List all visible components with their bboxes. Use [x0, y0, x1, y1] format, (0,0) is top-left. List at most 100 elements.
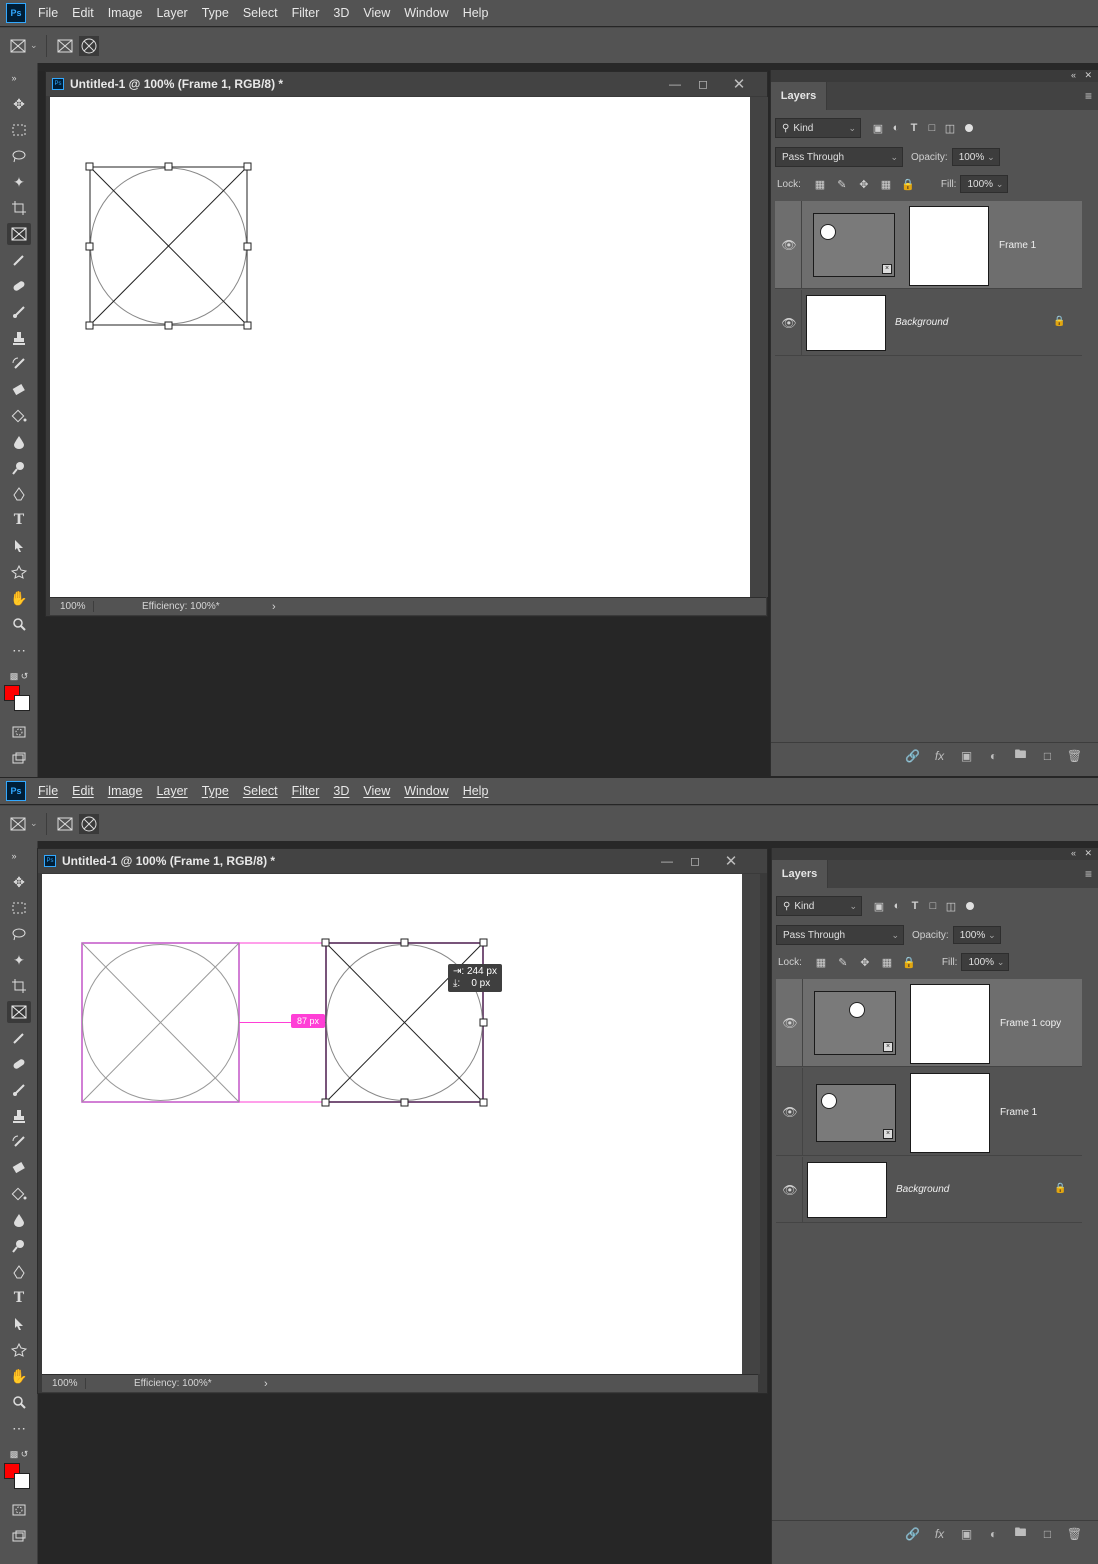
- layer-row[interactable]: 👁 Background 🔒: [776, 1157, 1082, 1223]
- new-layer-icon[interactable]: □: [1034, 749, 1061, 763]
- link-layers-icon[interactable]: 🔗: [899, 1527, 926, 1541]
- blur-tool-icon[interactable]: [7, 1209, 31, 1231]
- minimize-icon[interactable]: —: [659, 853, 675, 869]
- visibility-eye-icon[interactable]: 👁: [782, 1016, 798, 1030]
- fx-icon[interactable]: fx: [926, 749, 953, 763]
- layer-row[interactable]: 👁 × Frame 1 copy: [776, 979, 1082, 1067]
- lock-all-icon[interactable]: 🔒: [897, 175, 919, 193]
- fx-icon[interactable]: fx: [926, 1527, 953, 1541]
- path-selection-icon[interactable]: [7, 1313, 31, 1335]
- menu-select[interactable]: Select: [243, 784, 278, 798]
- layer-row[interactable]: 👁 × Frame 1: [776, 1068, 1082, 1156]
- maximize-icon[interactable]: ◻: [687, 853, 703, 869]
- frame-tool-preset-icon[interactable]: [8, 36, 28, 56]
- filter-toggle-icon[interactable]: [966, 902, 974, 910]
- background-color-swatch[interactable]: [14, 1473, 30, 1489]
- default-colors-icon[interactable]: ▩ ↺: [7, 665, 31, 687]
- adjustment-layer-icon[interactable]: ◐: [980, 1527, 1007, 1541]
- zoom-level[interactable]: 100%: [42, 1378, 86, 1389]
- tab-layers[interactable]: Layers: [771, 82, 827, 110]
- blend-mode-dropdown[interactable]: Pass Through ⌄: [776, 925, 904, 945]
- menu-view[interactable]: View: [363, 6, 390, 20]
- lock-all-icon[interactable]: 🔒: [898, 953, 920, 971]
- menu-window[interactable]: Window: [404, 6, 448, 20]
- panel-menu-icon[interactable]: ≡: [1085, 89, 1092, 103]
- move-tool-icon[interactable]: ✥: [7, 93, 31, 115]
- visibility-eye-icon[interactable]: 👁: [781, 238, 797, 252]
- chevron-right-icon[interactable]: ›: [264, 1378, 268, 1390]
- layer-row[interactable]: 👁 Background 🔒: [775, 290, 1082, 356]
- paint-bucket-icon[interactable]: [7, 405, 31, 427]
- layer-name[interactable]: Frame 1 copy: [1000, 1018, 1061, 1029]
- adjustment-filter-icon[interactable]: ◐: [887, 119, 905, 137]
- layer-name[interactable]: Frame 1: [999, 240, 1036, 251]
- eraser-tool-icon[interactable]: [7, 379, 31, 401]
- menu-view[interactable]: View: [363, 784, 390, 798]
- eyedropper-icon[interactable]: [7, 1027, 31, 1049]
- hand-tool-icon[interactable]: ✋: [7, 1365, 31, 1387]
- maximize-icon[interactable]: ◻: [695, 76, 711, 92]
- zoom-level[interactable]: 100%: [50, 601, 94, 612]
- pen-tool-icon[interactable]: [7, 483, 31, 505]
- menu-3d[interactable]: 3D: [333, 784, 349, 798]
- brush-tool-icon[interactable]: [7, 1079, 31, 1101]
- healing-brush-icon[interactable]: [7, 275, 31, 297]
- kind-filter-dropdown[interactable]: ⚲ Kind ⌄: [776, 896, 862, 916]
- rectangular-frame-icon[interactable]: [55, 36, 75, 56]
- more-tools-icon[interactable]: ⋯: [7, 639, 31, 661]
- marquee-tool-icon[interactable]: [7, 897, 31, 919]
- close-icon[interactable]: ✕: [723, 853, 739, 870]
- menu-type[interactable]: Type: [202, 6, 229, 20]
- frame-1-original[interactable]: [81, 942, 240, 1103]
- chevron-down-icon[interactable]: ⌄: [30, 40, 38, 51]
- type-tool-icon[interactable]: T: [7, 1287, 31, 1309]
- vertical-scrollbar[interactable]: [750, 97, 768, 597]
- magic-wand-icon[interactable]: ✦: [7, 949, 31, 971]
- custom-shape-icon[interactable]: [7, 1339, 31, 1361]
- new-group-icon[interactable]: 🖿: [1007, 1523, 1034, 1544]
- default-colors-icon[interactable]: ▩ ↺: [7, 1443, 31, 1465]
- visibility-eye-icon[interactable]: 👁: [782, 1183, 798, 1197]
- dodge-tool-icon[interactable]: [7, 1235, 31, 1257]
- lock-image-icon[interactable]: ✎: [832, 953, 854, 971]
- close-panel-icon[interactable]: ✕: [1084, 70, 1092, 81]
- canvas[interactable]: 87 px ⇥: 244 px ⤓: 0 px: [42, 874, 742, 1374]
- screen-mode-icon[interactable]: [7, 1525, 31, 1547]
- fill-field[interactable]: 100% ⌄: [960, 175, 1009, 193]
- trash-icon[interactable]: 🗑: [1061, 749, 1088, 763]
- menu-file[interactable]: File: [38, 6, 58, 20]
- blur-tool-icon[interactable]: [7, 431, 31, 453]
- move-tool-icon[interactable]: ✥: [7, 871, 31, 893]
- eyedropper-icon[interactable]: [7, 249, 31, 271]
- marquee-tool-icon[interactable]: [7, 119, 31, 141]
- pixel-filter-icon[interactable]: ▣: [869, 119, 887, 137]
- menu-select[interactable]: Select: [243, 6, 278, 20]
- history-brush-icon[interactable]: [7, 1131, 31, 1153]
- healing-brush-icon[interactable]: [7, 1053, 31, 1075]
- type-filter-icon[interactable]: T: [905, 119, 923, 137]
- type-tool-icon[interactable]: T: [7, 509, 31, 531]
- shape-filter-icon[interactable]: □: [924, 897, 942, 915]
- blend-mode-dropdown[interactable]: Pass Through ⌄: [775, 147, 903, 167]
- opacity-field[interactable]: 100% ⌄: [952, 926, 1001, 944]
- lock-artboard-icon[interactable]: ▦: [875, 175, 897, 193]
- menu-edit[interactable]: Edit: [72, 784, 94, 798]
- menu-layer[interactable]: Layer: [156, 6, 187, 20]
- document-tab[interactable]: Ps Untitled-1 @ 100% (Frame 1, RGB/8) * …: [46, 72, 767, 96]
- opacity-field[interactable]: 100% ⌄: [951, 148, 1000, 166]
- paint-bucket-icon[interactable]: [7, 1183, 31, 1205]
- quick-mask-icon[interactable]: [7, 1499, 31, 1521]
- vertical-scrollbar[interactable]: [742, 874, 760, 1374]
- tab-layers[interactable]: Layers: [772, 860, 828, 888]
- shape-filter-icon[interactable]: □: [923, 119, 941, 137]
- document-tab[interactable]: Ps Untitled-1 @ 100% (Frame 1, RGB/8) * …: [38, 849, 767, 873]
- clone-stamp-icon[interactable]: [7, 327, 31, 349]
- frame-tool-icon[interactable]: [7, 223, 31, 245]
- trash-icon[interactable]: 🗑: [1061, 1527, 1088, 1541]
- close-icon[interactable]: ✕: [731, 76, 747, 93]
- menu-filter[interactable]: Filter: [292, 6, 320, 20]
- menu-help[interactable]: Help: [463, 6, 489, 20]
- canvas[interactable]: [50, 97, 750, 597]
- layer-name[interactable]: Background: [896, 1184, 949, 1195]
- rectangular-frame-icon[interactable]: [55, 814, 75, 834]
